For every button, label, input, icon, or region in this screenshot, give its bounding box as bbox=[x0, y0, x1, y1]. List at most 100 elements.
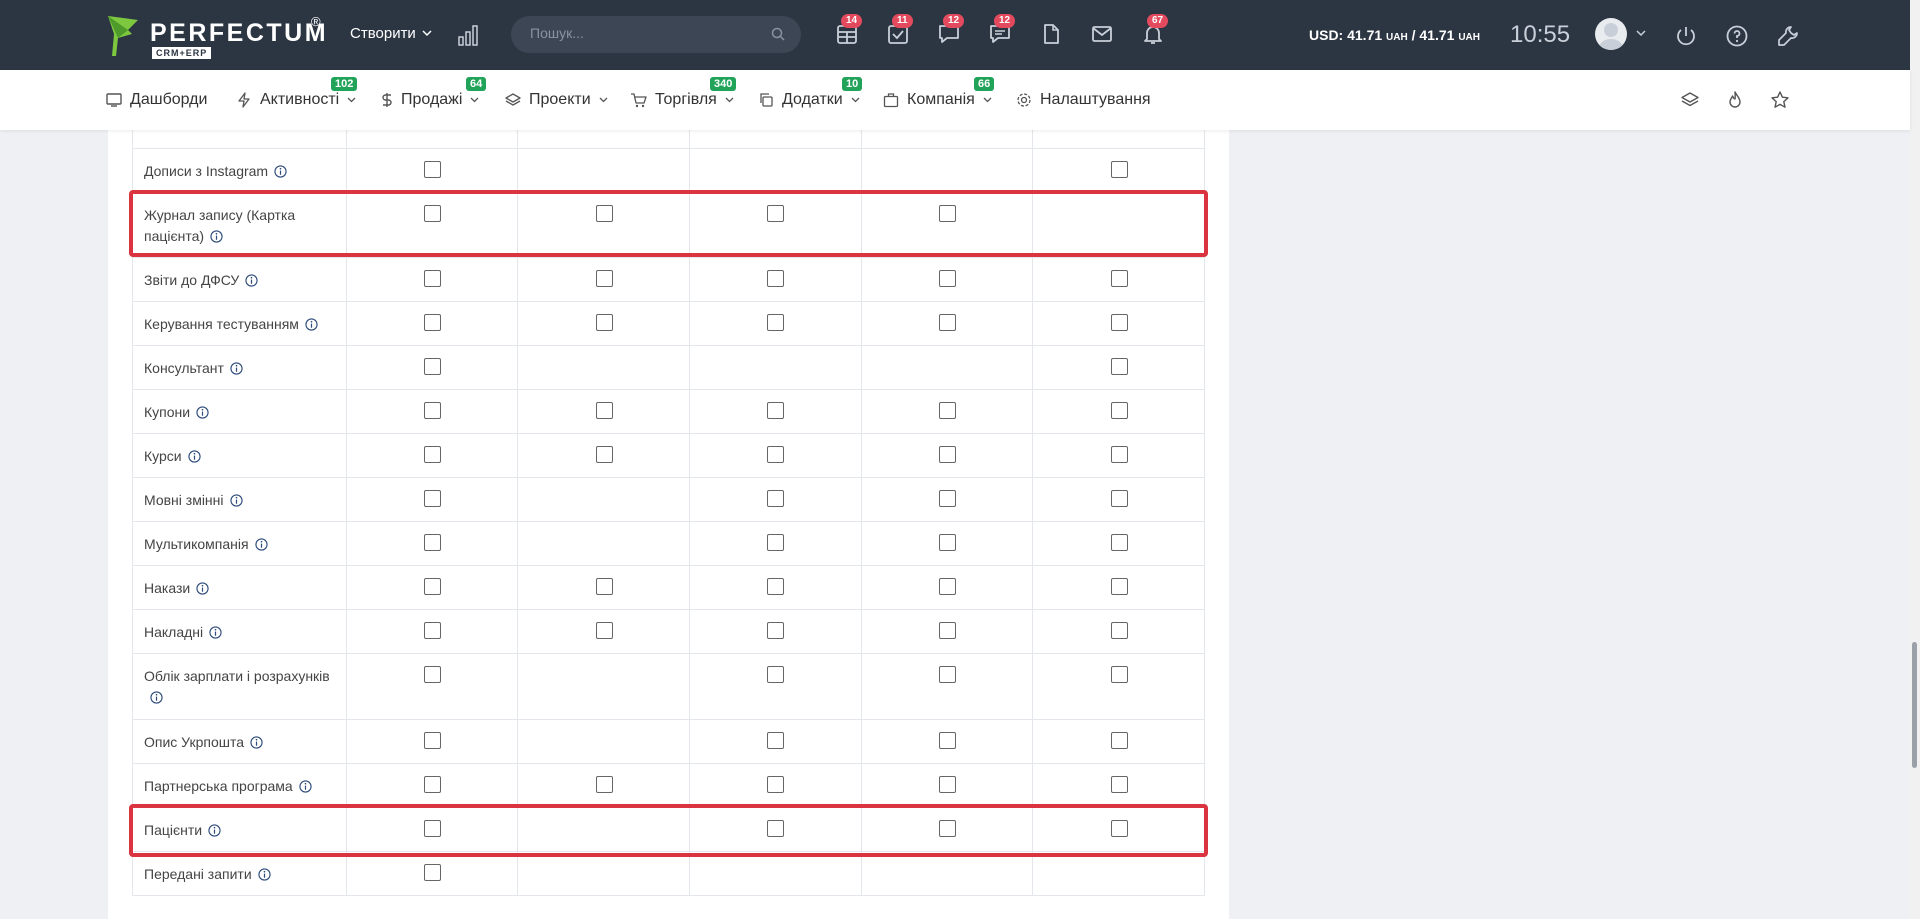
mail-icon[interactable] bbox=[1090, 22, 1114, 46]
info-icon[interactable] bbox=[196, 582, 209, 595]
nav-projects[interactable]: Проекти bbox=[505, 91, 608, 109]
info-icon[interactable] bbox=[208, 824, 221, 837]
checkbox[interactable] bbox=[938, 666, 956, 683]
checkbox[interactable] bbox=[595, 402, 613, 419]
checkbox[interactable] bbox=[938, 622, 956, 639]
checkbox[interactable] bbox=[938, 776, 956, 793]
checkbox[interactable] bbox=[595, 314, 613, 331]
info-icon[interactable] bbox=[245, 274, 258, 287]
info-icon[interactable] bbox=[187, 450, 201, 463]
checkbox[interactable] bbox=[938, 490, 956, 507]
checkbox[interactable] bbox=[1110, 534, 1128, 551]
checkbox[interactable] bbox=[938, 446, 956, 463]
info-icon[interactable] bbox=[250, 736, 263, 749]
wrench-icon[interactable] bbox=[1776, 24, 1800, 48]
checkbox[interactable] bbox=[1110, 666, 1128, 683]
checkbox[interactable] bbox=[767, 666, 785, 683]
checkbox[interactable] bbox=[423, 402, 441, 419]
info-icon[interactable] bbox=[196, 406, 209, 419]
search-icon[interactable] bbox=[771, 27, 785, 41]
info-icon[interactable] bbox=[305, 318, 318, 331]
checkbox[interactable] bbox=[1110, 314, 1128, 331]
checkbox[interactable] bbox=[1110, 270, 1128, 287]
comments-icon[interactable]: 12 bbox=[988, 14, 1016, 46]
checkbox[interactable] bbox=[595, 205, 613, 222]
info-icon[interactable] bbox=[254, 538, 268, 551]
checkbox[interactable] bbox=[423, 534, 441, 551]
checkbox[interactable] bbox=[938, 534, 956, 551]
checkbox[interactable] bbox=[1110, 161, 1128, 178]
search-box[interactable] bbox=[511, 16, 801, 53]
checkbox[interactable] bbox=[767, 776, 785, 793]
checkbox[interactable] bbox=[938, 314, 956, 331]
info-icon[interactable] bbox=[210, 230, 223, 243]
create-dropdown[interactable]: Створити bbox=[350, 25, 432, 42]
checkbox[interactable] bbox=[423, 446, 441, 463]
checkbox[interactable] bbox=[595, 622, 613, 639]
nav-activities[interactable]: Активності 102 bbox=[236, 77, 358, 109]
nav-dashboards[interactable]: Дашборди bbox=[106, 91, 207, 109]
calendar-grid-icon[interactable]: 14 bbox=[835, 14, 863, 46]
checkbox[interactable] bbox=[767, 314, 785, 331]
checkbox[interactable] bbox=[1110, 732, 1128, 749]
checkbox[interactable] bbox=[767, 270, 785, 287]
avatar[interactable] bbox=[1595, 18, 1627, 50]
checkbox[interactable] bbox=[595, 446, 613, 463]
page-scrollbar-thumb[interactable] bbox=[1912, 642, 1917, 768]
info-icon[interactable] bbox=[230, 362, 243, 375]
checkbox[interactable] bbox=[423, 358, 441, 375]
checkbox[interactable] bbox=[423, 314, 441, 331]
checkbox[interactable] bbox=[938, 820, 956, 837]
checkbox[interactable] bbox=[767, 490, 785, 507]
info-icon[interactable] bbox=[299, 780, 312, 793]
checkbox[interactable] bbox=[938, 270, 956, 287]
nav-sales[interactable]: Продажі 64 bbox=[381, 77, 487, 109]
flame-icon[interactable] bbox=[1725, 90, 1745, 110]
checkbox[interactable] bbox=[595, 270, 613, 287]
checkbox[interactable] bbox=[767, 534, 785, 551]
checkbox[interactable] bbox=[423, 578, 441, 595]
checkbox[interactable] bbox=[423, 666, 441, 683]
info-icon[interactable] bbox=[209, 626, 222, 639]
checkbox[interactable] bbox=[423, 490, 441, 507]
power-icon[interactable] bbox=[1674, 24, 1698, 48]
checkbox[interactable] bbox=[1110, 776, 1128, 793]
nav-addons[interactable]: Додатки 10 bbox=[758, 77, 863, 109]
checkbox[interactable] bbox=[938, 578, 956, 595]
checkbox[interactable] bbox=[767, 622, 785, 639]
checkbox[interactable] bbox=[1110, 358, 1128, 375]
star-icon[interactable] bbox=[1770, 90, 1790, 110]
checkbox[interactable] bbox=[423, 864, 441, 881]
checkbox[interactable] bbox=[938, 732, 956, 749]
checkbox[interactable] bbox=[423, 776, 441, 793]
document-icon[interactable] bbox=[1039, 22, 1063, 46]
checkbox[interactable] bbox=[1110, 490, 1128, 507]
nav-trade[interactable]: Торгівля 340 bbox=[630, 77, 737, 109]
checkbox[interactable] bbox=[767, 578, 785, 595]
bell-icon[interactable]: 67 bbox=[1141, 14, 1169, 46]
help-icon[interactable] bbox=[1725, 24, 1749, 48]
checkbox[interactable] bbox=[595, 776, 613, 793]
checkbox[interactable] bbox=[1110, 402, 1128, 419]
checkbox[interactable] bbox=[423, 820, 441, 837]
layers-icon[interactable] bbox=[1680, 90, 1700, 110]
checkbox[interactable] bbox=[1110, 820, 1128, 837]
checkbox[interactable] bbox=[595, 578, 613, 595]
page-scrollbar[interactable] bbox=[1910, 0, 1920, 919]
checkbox[interactable] bbox=[767, 820, 785, 837]
task-check-icon[interactable]: 11 bbox=[886, 14, 913, 46]
info-icon[interactable] bbox=[150, 691, 163, 704]
checkbox[interactable] bbox=[767, 402, 785, 419]
checkbox[interactable] bbox=[1110, 622, 1128, 639]
search-input[interactable] bbox=[530, 25, 760, 41]
checkbox[interactable] bbox=[423, 205, 441, 222]
checkbox[interactable] bbox=[938, 205, 956, 222]
checkbox[interactable] bbox=[1110, 578, 1128, 595]
checkbox[interactable] bbox=[423, 622, 441, 639]
chat-bubble-icon[interactable]: 12 bbox=[937, 14, 965, 46]
checkbox[interactable] bbox=[938, 402, 956, 419]
checkbox[interactable] bbox=[423, 161, 441, 178]
chevron-down-icon[interactable] bbox=[1636, 30, 1646, 37]
checkbox[interactable] bbox=[423, 270, 441, 287]
info-icon[interactable] bbox=[258, 868, 271, 881]
